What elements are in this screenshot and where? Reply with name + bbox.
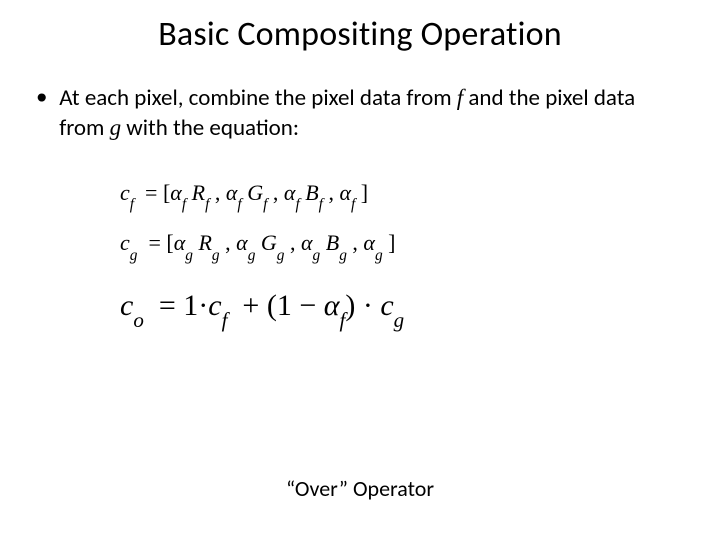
eq-cg: c	[380, 289, 393, 322]
slide: Basic Compositing Operation • At each pi…	[0, 0, 720, 540]
alpha-icon: α	[284, 180, 296, 205]
equation-cg: cg = [αg Rg , αg Gg , αg Bg , αg ]	[120, 230, 720, 260]
alpha-icon: α	[363, 230, 375, 255]
alpha-icon: α	[301, 230, 313, 255]
bullet-text: At each pixel, combine the pixel data fr…	[59, 83, 679, 144]
eq-cf: c	[208, 289, 221, 322]
alpha-icon: α	[324, 289, 340, 322]
eq-cg-sub: g	[130, 247, 138, 264]
eq-cf-sub: f	[130, 196, 134, 213]
alpha-icon: α	[174, 230, 186, 255]
eq-cf-lhs: c	[120, 180, 130, 205]
eq-cf2-sub: f	[222, 308, 228, 332]
equations-block: cf = [αf Rf , αf Gf , αf Bf , αf ] cg = …	[120, 180, 720, 328]
bullet-post: with the equation:	[121, 114, 299, 142]
eq-alpha-sub: f	[340, 308, 346, 332]
equation-cf: cf = [αf Rf , αf Gf , αf Bf , αf ]	[120, 180, 720, 210]
equation-co: co = 1·cf + (1 − αf) · cg	[120, 289, 720, 328]
bullet-item: • At each pixel, combine the pixel data …	[36, 83, 684, 144]
eq-one: 1	[183, 289, 198, 322]
bullet-var-g: g	[110, 115, 122, 140]
alpha-icon: α	[236, 230, 248, 255]
eq-cg-lhs: c	[120, 230, 130, 255]
alpha-icon: α	[226, 180, 238, 205]
caption-over-operator: “Over” Operator	[0, 475, 720, 502]
bullet-pre: At each pixel, combine the pixel data fr…	[59, 84, 457, 112]
eq-co-lhs: c	[120, 289, 133, 322]
eq-co-sub: o	[133, 308, 144, 332]
alpha-icon: α	[170, 180, 182, 205]
eq-cg2-sub: g	[394, 308, 405, 332]
alpha-icon: α	[339, 180, 351, 205]
bullet-dot: •	[36, 83, 54, 112]
slide-title: Basic Compositing Operation	[0, 0, 720, 55]
